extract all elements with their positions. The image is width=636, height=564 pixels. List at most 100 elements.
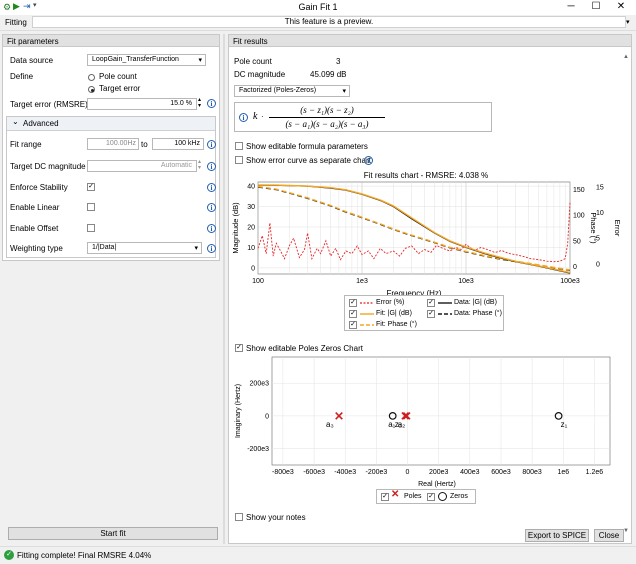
fit-parameters-title: Fit parameters [7, 37, 59, 46]
legend-checkbox-fit-phase[interactable]: ✓ [349, 321, 357, 329]
target-dc-label: Target DC magnitude [10, 162, 86, 171]
scroll-up-icon[interactable]: ▲ [623, 54, 629, 60]
chevron-down-icon: ▾ [194, 245, 198, 252]
pz-x-tick-label: 800e3 [522, 469, 542, 476]
info-icon[interactable]: i [364, 156, 373, 165]
success-icon: ✓ [4, 550, 14, 560]
info-icon[interactable]: i [239, 113, 248, 122]
status-message: Fitting complete! Final RMSRE 4.04% [17, 551, 152, 560]
toolbar: Fitting This feature is a preview. ▾ [0, 15, 636, 31]
fit-results-title: Fit results [233, 37, 268, 46]
minimize-button[interactable]: ─ [560, 0, 582, 15]
legend-fit-mag: Fit: |G| (dB) [376, 310, 412, 317]
show-error-curve-checkbox[interactable] [235, 156, 243, 164]
info-icon[interactable]: i [207, 140, 216, 149]
info-icon[interactable]: i [207, 183, 216, 192]
weighting-type-value: 1/|Data| [92, 244, 117, 251]
enable-offset-checkbox[interactable] [87, 224, 95, 232]
advanced-header[interactable]: ⌄ Advanced [7, 117, 215, 131]
target-error-radio[interactable] [88, 86, 95, 93]
dc-magnitude-label: DC magnitude [234, 70, 286, 79]
info-icon[interactable]: i [207, 224, 216, 233]
weighting-type-label: Weighting type [10, 244, 63, 253]
formula-fraction-bar [269, 117, 385, 118]
legend-checkbox-error[interactable]: ✓ [349, 299, 357, 307]
fitting-tab[interactable]: Fitting [5, 18, 27, 27]
formula-denominator: (s − a₁)(s − a₂)(s − a₃) [285, 119, 369, 129]
y-axis-label-phase: Phase (°) [589, 212, 598, 244]
info-icon[interactable]: i [207, 244, 216, 253]
form-select[interactable]: Factorized (Poles-Zeros) ▾ [234, 85, 350, 97]
fit-range-from-value: 100.00Hz [106, 140, 136, 147]
y-tick-label-phase: 100 [573, 213, 585, 220]
fit-range-to-label: to [141, 140, 148, 149]
target-error-input[interactable]: 15.0 % [87, 98, 197, 110]
close-button[interactable]: Close [594, 529, 624, 542]
x-tick-label: 100e3 [560, 278, 580, 285]
title-bar: ⚙ ▶ ⇥ ▾ Gain Fit 1 ─ ☐ ✕ [0, 0, 636, 16]
zero-marker-icon [438, 492, 447, 501]
enable-offset-label: Enable Offset [10, 224, 59, 233]
info-icon[interactable]: i [207, 162, 216, 171]
close-label: Close [598, 531, 620, 540]
target-dc-input[interactable]: Automatic [87, 160, 197, 172]
y-tick-label-phase: 0 [573, 264, 577, 271]
info-icon[interactable]: i [207, 99, 216, 108]
legend-zeros: Zeros [450, 493, 468, 500]
formula-box: i k · (s − z₁)(s − z₂) (s − a₁)(s − a₂)(… [234, 102, 492, 132]
legend-poles: Poles [404, 493, 422, 500]
show-editable-formula-label: Show editable formula parameters [246, 142, 368, 151]
enforce-stability-checkbox[interactable]: ✓ [87, 183, 95, 191]
show-editable-formula-checkbox[interactable] [235, 142, 243, 150]
advanced-title: Advanced [23, 119, 59, 128]
legend-checkbox-data-phase[interactable]: ✓ [427, 310, 435, 318]
fit-results-panel: Fit results ▲ ▼ Pole count 3 DC magnitud… [228, 34, 632, 544]
y-tick-label-magnitude: 0 [251, 265, 255, 272]
show-notes-checkbox[interactable] [235, 513, 243, 521]
legend-data-mag: Data: |G| (dB) [454, 299, 497, 306]
x-tick-label: 100 [252, 278, 264, 285]
splitter[interactable] [223, 34, 225, 544]
target-error-label: Target error (RMSRE) [10, 100, 88, 109]
pz-legend: ✓ ✕ Poles ✓ Zeros [376, 489, 476, 504]
chart-legend: ✓ Error (%) ✓ Data: |G| (dB) ✓ Fit: |G| … [344, 295, 504, 331]
enable-linear-checkbox[interactable] [87, 203, 95, 211]
data-source-select[interactable]: LoopGain_TransferFunction ▾ [87, 54, 206, 66]
pz-x-tick-label: 200e3 [429, 469, 449, 476]
maximize-button[interactable]: ☐ [585, 0, 607, 15]
spin-icon[interactable]: ▴ ▾ [198, 159, 201, 171]
legend-checkbox-fit-mag[interactable]: ✓ [349, 310, 357, 318]
close-window-button[interactable]: ✕ [610, 0, 632, 15]
y-axis-label-magnitude: Magnitude (dB) [232, 202, 240, 254]
fit-range-to-input[interactable]: 100 kHz [152, 138, 204, 150]
define-label: Define [10, 72, 34, 81]
fit-parameters-header: Fit parameters [2, 34, 220, 47]
fit-range-from-input[interactable]: 100.00Hz [87, 138, 139, 150]
pz-x-tick-label: 400e3 [460, 469, 480, 476]
pole-count-radio[interactable] [88, 74, 95, 81]
weighting-type-select[interactable]: 1/|Data| ▾ [87, 242, 202, 254]
status-bar: ✓ Fitting complete! Final RMSRE 4.04% [0, 546, 636, 564]
y-tick-label-phase: 50 [573, 238, 581, 245]
export-spice-button[interactable]: Export to SPICE [525, 529, 589, 542]
formula-k: k [253, 111, 258, 122]
window-title: Gain Fit 1 [298, 2, 338, 12]
chevron-down-icon[interactable]: ▾ [626, 18, 630, 26]
enable-linear-label: Enable Linear [10, 203, 60, 212]
legend-checkbox-zeros[interactable]: ✓ [427, 493, 435, 501]
legend-checkbox-poles[interactable]: ✓ [381, 493, 389, 501]
preview-banner: This feature is a preview. [32, 16, 626, 28]
pz-x-tick-label: 600e3 [491, 469, 511, 476]
info-icon[interactable]: i [207, 203, 216, 212]
start-fit-button[interactable]: Start fit [8, 527, 218, 540]
chart-title: Fit results chart - RMSRE: 4.038 % [364, 171, 488, 180]
legend-data-phase: Data: Phase (°) [454, 310, 502, 317]
legend-fit-phase: Fit: Phase (°) [376, 321, 417, 328]
legend-checkbox-data-mag[interactable]: ✓ [427, 299, 435, 307]
show-editable-pz-checkbox[interactable]: ✓ [235, 344, 243, 352]
pz-y-tick-label: -200e3 [247, 446, 269, 453]
pz-x-tick-label: 1e6 [557, 469, 569, 476]
pz-x-tick-label: -400e3 [334, 469, 356, 476]
spin-icon[interactable]: ▴ ▾ [198, 97, 201, 109]
chevron-down-icon: ▾ [342, 88, 346, 95]
